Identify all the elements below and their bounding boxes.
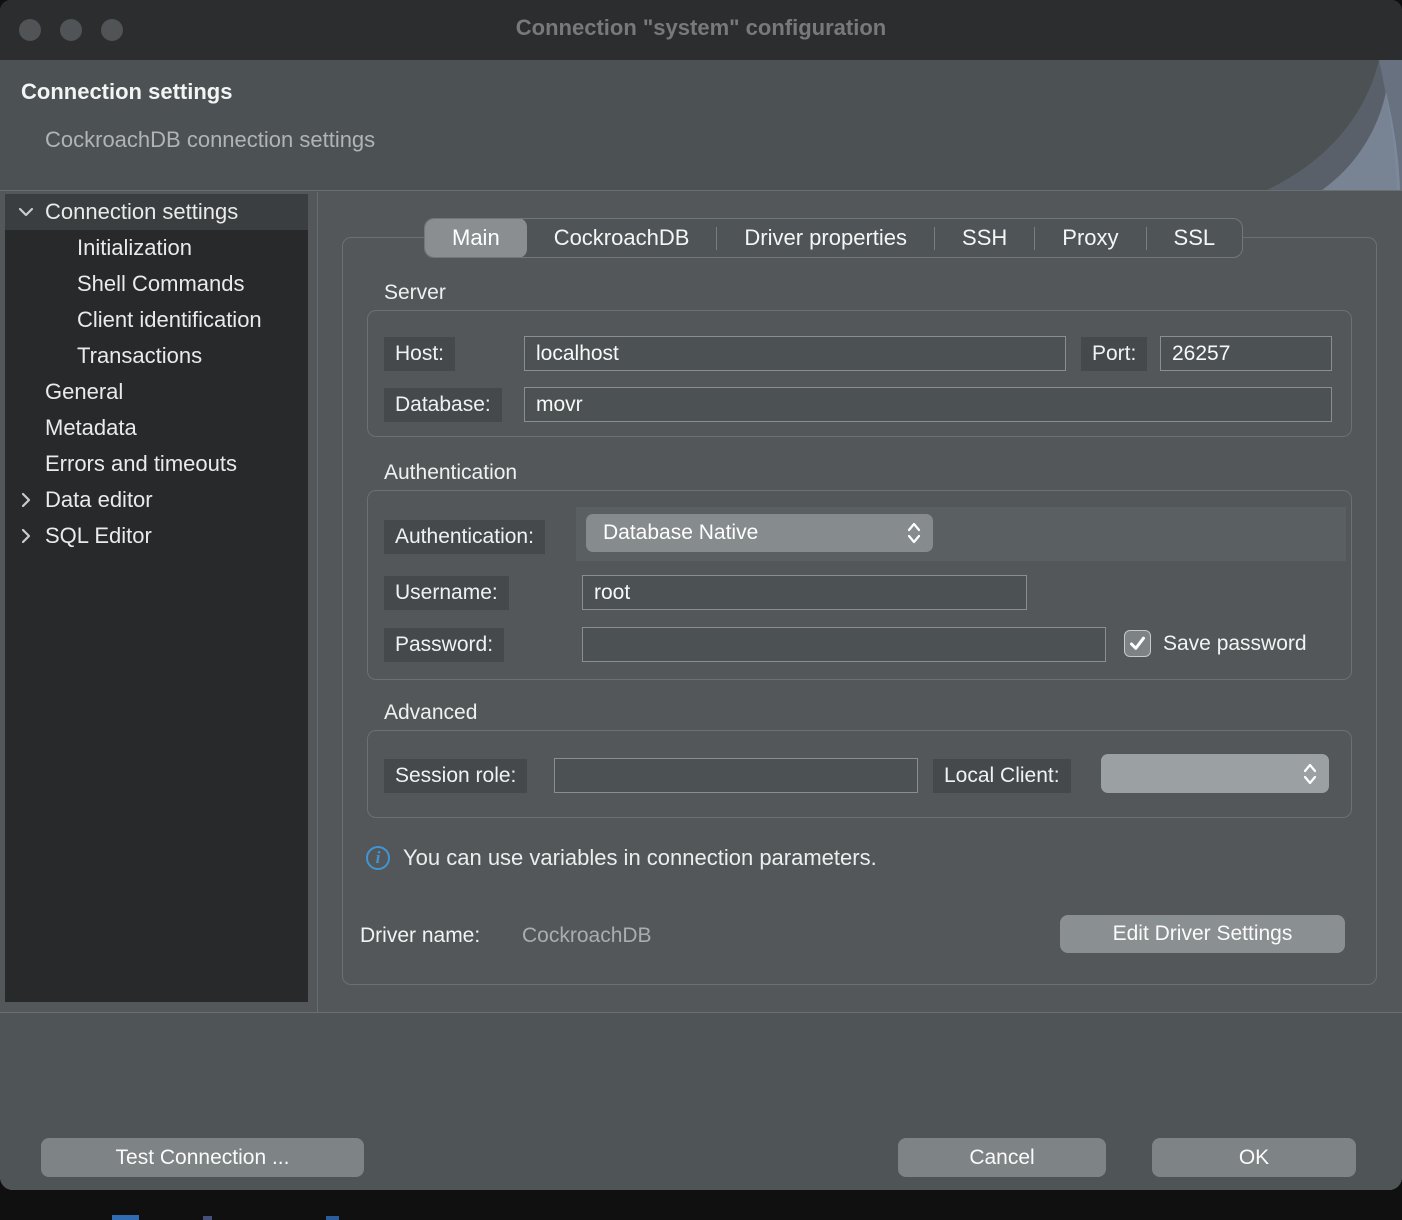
tree-item-shell-commands[interactable]: Shell Commands [5,266,308,302]
local-client-label: Local Client: [933,759,1071,793]
tree-item-label: Client identification [77,307,262,333]
tree-item-label: Connection settings [45,199,238,225]
window-title: Connection "system" configuration [0,15,1402,41]
tree-item-label: General [45,379,123,405]
authentication-group-legend: Authentication [384,461,517,485]
dialog-footer: Test Connection ... Cancel OK [0,1012,1402,1190]
check-icon [1129,636,1146,651]
edit-driver-settings-button[interactable]: Edit Driver Settings [1060,915,1345,953]
host-label: Host: [384,337,455,371]
connection-configuration-dialog: Connection "system" configuration Connec… [0,0,1402,1190]
advanced-group: Session role: Local Client: [367,730,1352,818]
tree-item-sql-editor[interactable]: SQL Editor [5,518,308,554]
username-input[interactable] [582,575,1027,610]
tree-item-data-editor[interactable]: Data editor [5,482,308,518]
tree-item-label: Shell Commands [77,271,245,297]
host-input[interactable] [524,336,1066,371]
tree-item-label: Errors and timeouts [45,451,237,477]
ok-button[interactable]: OK [1152,1138,1356,1177]
desktop-dock-sliver [112,1215,139,1220]
settings-tree: Connection settings Initialization Shell… [5,194,308,1002]
authentication-group: Authentication: Database Native Username… [367,490,1352,680]
driver-name-label: Driver name: [360,924,480,948]
password-input[interactable] [582,627,1106,662]
main-area: Connection settings Initialization Shell… [0,192,1402,1012]
tree-item-errors-and-timeouts[interactable]: Errors and timeouts [5,446,308,482]
tree-item-metadata[interactable]: Metadata [5,410,308,446]
tab-ssl[interactable]: SSL [1147,218,1243,258]
page-title: Connection settings [21,79,232,105]
tab-bar: Main CockroachDB Driver properties SSH P… [424,218,1243,258]
save-password-label[interactable]: Save password [1163,632,1339,656]
server-group: Host: Port: Database: [367,310,1352,437]
session-role-label: Session role: [384,759,527,793]
chevron-right-icon[interactable] [16,526,36,546]
tree-item-label: Data editor [45,487,153,513]
authentication-method-label: Authentication: [384,520,545,554]
desktop-dock-sliver [203,1216,212,1220]
tab-cockroachdb[interactable]: CockroachDB [527,218,717,258]
combo-chevrons-icon [1303,762,1317,786]
tab-proxy[interactable]: Proxy [1035,218,1145,258]
save-password-checkbox[interactable] [1124,630,1151,657]
driver-name-value: CockroachDB [522,924,652,948]
desktop-dock-sliver [326,1216,339,1220]
tree-item-label: Transactions [77,343,202,369]
tree-item-label: SQL Editor [45,523,152,549]
header-decoration-arcs [1227,60,1402,190]
tree-item-initialization[interactable]: Initialization [5,230,308,266]
dialog-header: Connection settings CockroachDB connecti… [0,60,1402,191]
tree-item-label: Initialization [77,235,192,261]
username-label: Username: [384,576,509,610]
tab-main[interactable]: Main [425,218,527,258]
title-bar: Connection "system" configuration [0,0,1402,60]
advanced-group-legend: Advanced [384,701,477,725]
test-connection-button[interactable]: Test Connection ... [41,1138,364,1177]
database-input[interactable] [524,387,1332,422]
port-label: Port: [1081,337,1147,371]
chevron-right-icon[interactable] [16,490,36,510]
cancel-button[interactable]: Cancel [898,1138,1106,1177]
authentication-method-select[interactable]: Database Native [586,514,933,552]
local-client-select[interactable] [1101,754,1329,793]
tree-item-connection-settings[interactable]: Connection settings [5,194,308,230]
info-message: You can use variables in connection para… [403,845,877,871]
tree-item-transactions[interactable]: Transactions [5,338,308,374]
tree-item-client-identification[interactable]: Client identification [5,302,308,338]
tree-item-general[interactable]: General [5,374,308,410]
info-icon: i [366,846,390,870]
tree-item-label: Metadata [45,415,137,441]
authentication-method-value: Database Native [603,521,758,545]
port-input[interactable] [1160,336,1332,371]
session-role-input[interactable] [554,758,918,793]
database-label: Database: [384,388,502,422]
password-label: Password: [384,628,504,662]
tab-ssh[interactable]: SSH [935,218,1034,258]
server-group-legend: Server [384,281,446,305]
tab-driver-properties[interactable]: Driver properties [717,218,934,258]
sidebar-divider [317,192,318,1012]
chevron-down-icon[interactable] [16,202,36,222]
combo-chevrons-icon [907,521,921,545]
page-subtitle: CockroachDB connection settings [45,127,375,153]
